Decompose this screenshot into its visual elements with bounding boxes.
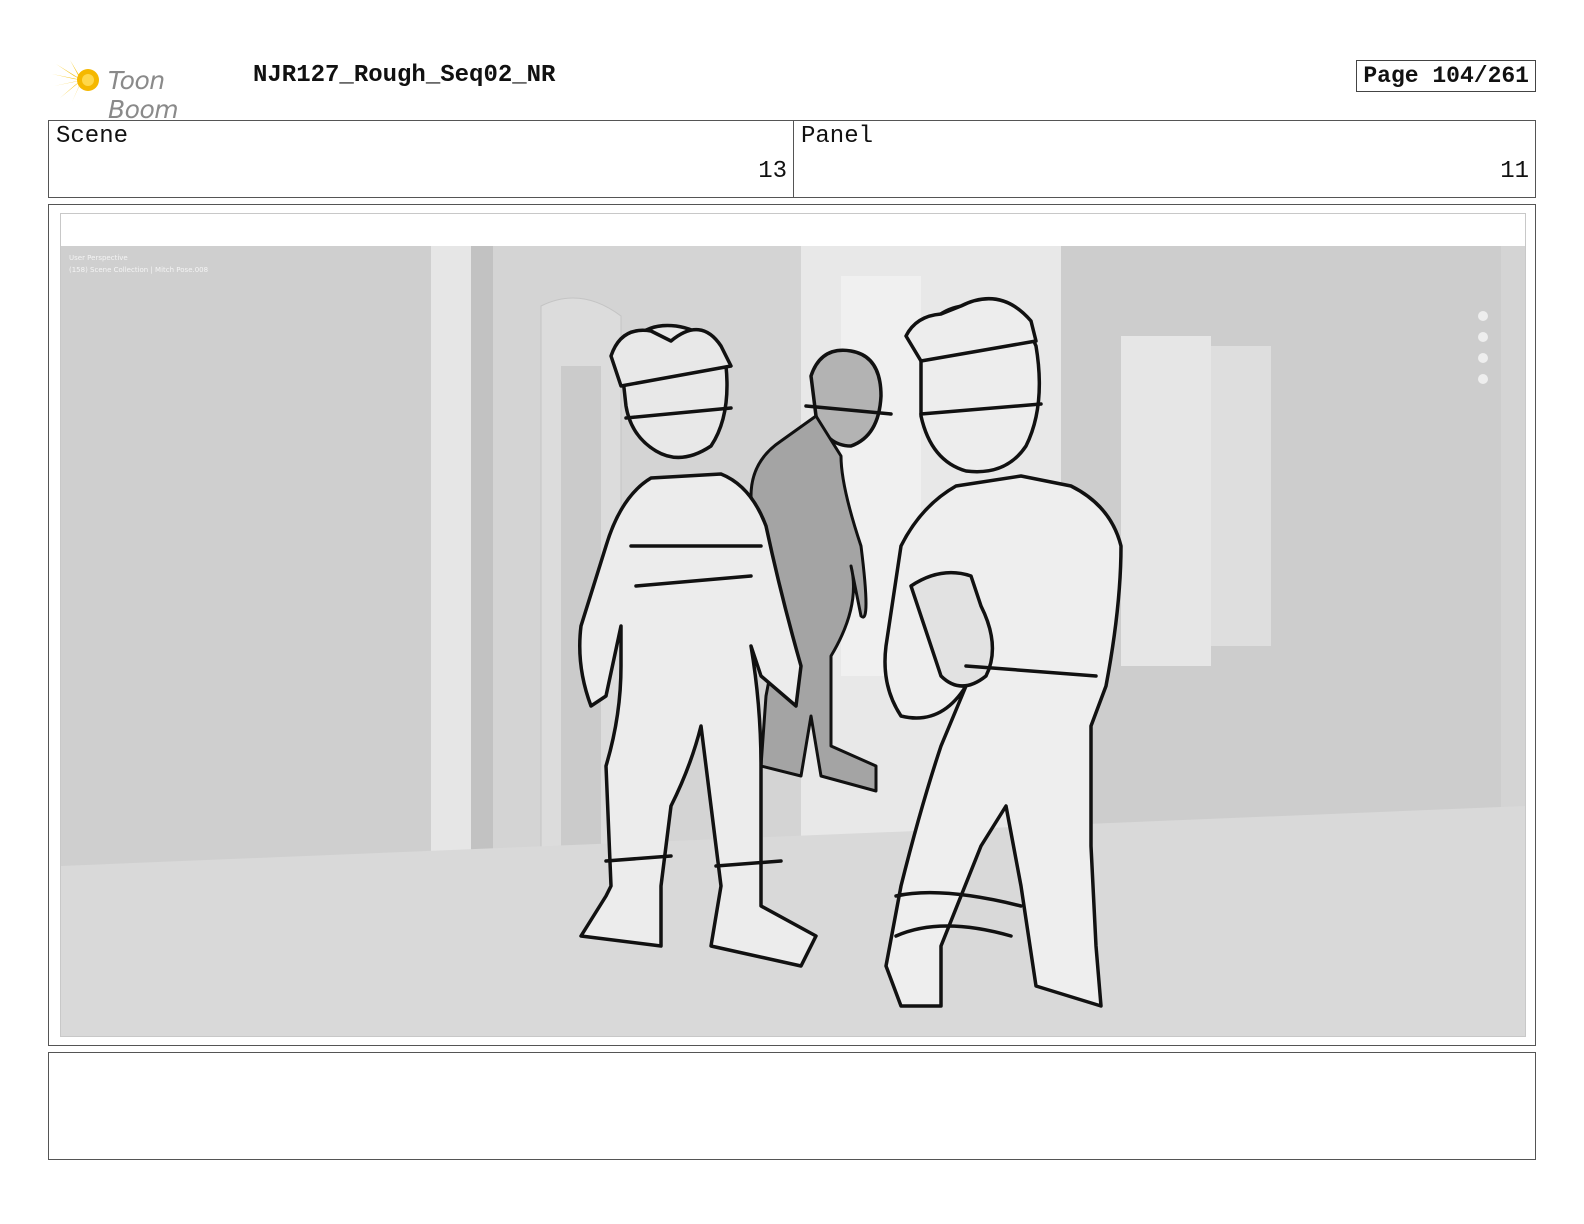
scene-cell: Scene 13 bbox=[49, 121, 794, 197]
sketch-drawing bbox=[61, 246, 1525, 1036]
panel-cell: Panel 11 bbox=[794, 121, 1535, 197]
scene-panel-info: Scene 13 Panel 11 bbox=[48, 120, 1536, 198]
storyboard-frame: User Perspective (158) Scene Collection … bbox=[48, 204, 1536, 1046]
page-indicator: Page 104/261 bbox=[1356, 60, 1536, 92]
scene-number: 13 bbox=[758, 158, 787, 185]
page-header: Toon Boom NJR127_Rough_Seq02_NR Page 104… bbox=[48, 56, 1536, 124]
logo-wordmark: Toon Boom bbox=[108, 66, 179, 124]
panel-label: Panel bbox=[801, 123, 874, 150]
viewport-perspective-text: User Perspective bbox=[69, 254, 128, 262]
document-title: NJR127_Rough_Seq02_NR bbox=[253, 62, 556, 89]
panel-artwork: User Perspective (158) Scene Collection … bbox=[61, 246, 1525, 1036]
notes-box bbox=[48, 1052, 1536, 1160]
scene-label: Scene bbox=[56, 123, 129, 150]
panel-image-area: User Perspective (158) Scene Collection … bbox=[60, 213, 1526, 1037]
starburst-logo-icon bbox=[52, 60, 99, 102]
toon-boom-logo: Toon Boom bbox=[52, 58, 242, 124]
panel-number: 11 bbox=[1500, 158, 1529, 185]
viewport-collection-text: (158) Scene Collection | Mitch Pose.008 bbox=[69, 266, 209, 274]
